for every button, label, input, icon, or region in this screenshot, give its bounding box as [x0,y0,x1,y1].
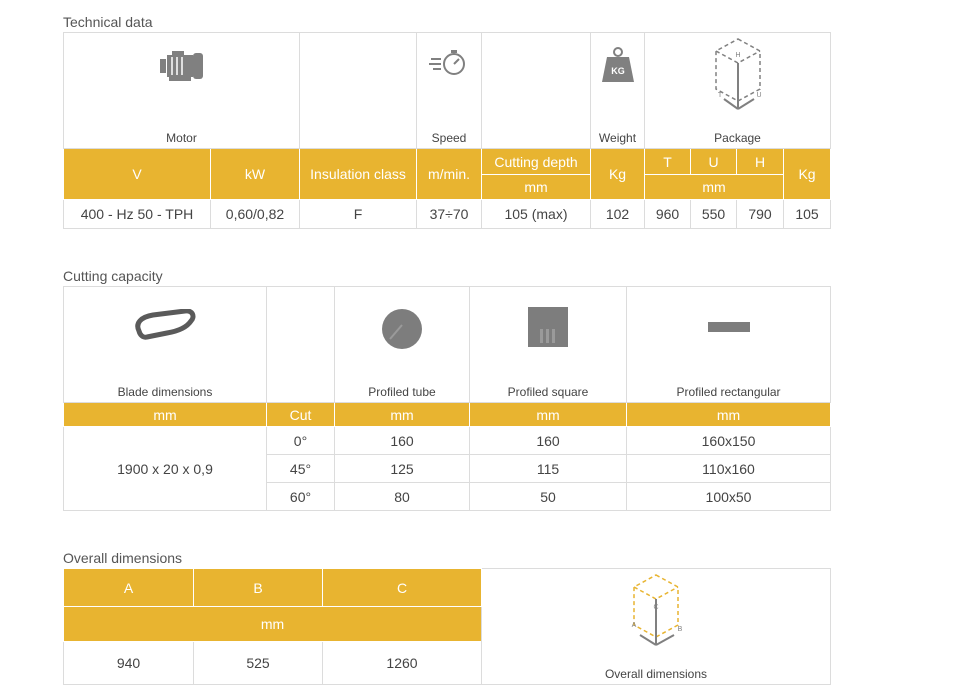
square-label: Profiled square [507,385,589,399]
rectangular-profile-icon [707,322,750,332]
overall-b-letter: B [678,626,683,633]
package-cell: H T U Package [643,32,832,149]
square-value: 160 [469,426,627,455]
overall-dimensions-title: Overall dimensions [63,550,183,566]
package-h-letter: H [735,52,740,59]
speed-cell: Speed [416,32,482,149]
value-b: 525 [193,641,323,685]
value-package-h: 790 [736,199,784,229]
value-kw: 0,60/0,82 [210,199,300,229]
value-package-u: 550 [690,199,737,229]
weight-label: Weight [598,131,637,145]
value-v: 400 - Hz 50 - TPH [63,199,211,229]
cut-angle: 60° [266,482,335,511]
speed-label: Speed [431,131,467,145]
tube-value: 80 [334,482,470,511]
tube-value: 160 [334,426,470,455]
value-weight: 102 [590,199,645,229]
rect-value: 100x50 [626,482,831,511]
empty-cell [481,32,591,149]
value-insulation: F [299,199,417,229]
blade-label: Blade dimensions [117,385,213,399]
header-v: V [63,148,211,200]
header-package-unit: mm [644,174,784,200]
weight-cell: KG Weight [590,32,645,149]
cutting-capacity-title: Cutting capacity [63,268,163,284]
motor-icon [159,51,203,81]
package-u-letter: U [756,92,761,99]
square-profile-icon [528,307,568,347]
square-cell: Profiled square [469,286,627,403]
overall-dimensions-box-icon: C A B [632,574,683,646]
header-package-kg: Kg [782,148,832,200]
technical-data-title: Technical data [63,14,153,30]
empty-cell [299,32,417,149]
square-value: 50 [469,482,627,511]
overall-dimensions-table: A B C C A B Overall dimensions mm 940 52… [63,568,831,685]
header-weight-kg: Kg [590,148,645,200]
header-cutting-depth: Cutting depth [481,148,591,175]
tube-label: Profiled tube [368,385,436,399]
value-package-kg: 105 [782,199,832,229]
empty-cell [266,286,335,403]
technical-data-table: Motor Speed KG Weight H T U Package V kW… [63,32,832,229]
package-t-letter: T [717,92,722,99]
header-insulation-class: Insulation class [299,148,417,200]
header-package-h: H [736,148,784,175]
motor-cell: Motor [63,32,300,149]
table-row: 1900 x 20 x 0,9 0° 160 160 160x150 [63,426,831,511]
header-package-u: U [690,148,737,175]
motor-label: Motor [166,131,197,145]
tube-value: 125 [334,454,470,483]
value-speed: 37÷70 [416,199,482,229]
blade-cell: Blade dimensions [63,286,267,403]
header-a: A [63,568,194,607]
weight-badge-text: KG [611,66,625,76]
header-speed: m/min. [416,148,482,200]
package-label: Package [714,131,761,145]
weight-icon: KG [601,47,634,82]
header-blade-unit: mm [63,402,267,427]
header-package-t: T [644,148,691,175]
value-cutting-depth: 105 (max) [481,199,591,229]
overall-c-letter: C [653,604,658,611]
package-box-icon: H T U [714,38,761,110]
rect-label: Profiled rectangular [676,385,781,399]
rect-value: 110x160 [626,454,831,483]
overall-icon-label: Overall dimensions [604,667,708,681]
cut-angle: 0° [266,426,335,455]
cutting-capacity-table: Blade dimensions Profiled tube Profiled … [63,286,831,511]
header-tube-unit: mm [334,402,470,427]
band-saw-blade-icon [135,309,196,340]
rect-cell: Profiled rectangular [626,286,831,403]
blade-dimensions-value: 1900 x 20 x 0,9 [63,426,267,511]
overall-a-letter: A [632,622,637,629]
header-overall-unit: mm [63,606,482,642]
square-value: 115 [469,454,627,483]
round-tube-icon [382,309,422,349]
header-c: C [322,568,482,607]
tube-cell: Profiled tube [334,286,470,403]
header-square-unit: mm [469,402,627,427]
value-a: 940 [63,641,194,685]
header-cutting-depth-unit: mm [481,174,591,200]
value-package-t: 960 [644,199,691,229]
header-b: B [193,568,323,607]
value-c: 1260 [322,641,482,685]
rect-value: 160x150 [626,426,831,455]
header-rect-unit: mm [626,402,831,427]
cut-angle: 45° [266,454,335,483]
stopwatch-icon [429,50,465,75]
overall-icon-cell: C A B Overall dimensions [481,568,831,685]
header-cut: Cut [266,402,335,427]
header-kw: kW [210,148,300,200]
